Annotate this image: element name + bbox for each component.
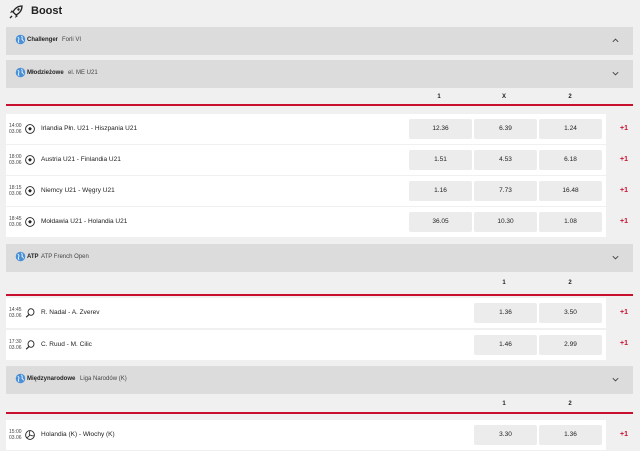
match-time: 18:00 03.06 [9, 154, 22, 166]
col-header-2: 2 [568, 280, 572, 286]
match-time: 15:00 03.06 [9, 429, 22, 441]
section-divider [6, 294, 633, 296]
match-time: 14:45 03.06 [9, 307, 22, 319]
odd-button-2[interactable]: 16.48 [539, 181, 602, 201]
more-markets-link[interactable]: +1 [620, 125, 628, 132]
odd-button-2[interactable]: 3.50 [539, 303, 602, 323]
section-mlodziezowe[interactable]: Młodzieżowe el. ME U21 [6, 60, 633, 88]
odd-button-1[interactable]: 1.46 [474, 335, 537, 355]
soccer-ball-icon [25, 155, 35, 165]
match-row[interactable]: 18:15 03.06 Niemcy U21 - Węgry U21 1.16 7… [6, 176, 606, 206]
volleyball-icon [25, 430, 35, 440]
odd-button-2[interactable]: 1.36 [539, 425, 602, 445]
soccer-ball-icon [25, 217, 35, 227]
match-name[interactable]: Mołdawia U21 - Holandia U21 [41, 218, 127, 225]
col-header-2: 2 [568, 94, 572, 100]
match-name[interactable]: R. Nadal - A. Zverev [41, 309, 100, 316]
more-markets-link[interactable]: +1 [620, 156, 628, 163]
section-sport: Młodzieżowe [27, 70, 64, 76]
odd-button-1[interactable]: 36.05 [409, 212, 472, 232]
odd-button-1[interactable]: 1.16 [409, 181, 472, 201]
col-header-2: 2 [568, 401, 572, 407]
col-header-1: 1 [502, 401, 506, 407]
section-miedzynarodowe[interactable]: Międzynarodowe Liga Narodów (K) [6, 366, 633, 394]
tennis-racket-icon [25, 308, 35, 318]
odd-button-1[interactable]: 3.30 [474, 425, 537, 445]
more-markets-link[interactable]: +1 [620, 187, 628, 194]
page-title: Boost [31, 5, 63, 17]
col-header-x: X [501, 94, 506, 100]
match-name[interactable]: Holandia (K) - Włochy (K) [41, 431, 115, 438]
match-row[interactable]: 18:45 03.06 Mołdawia U21 - Holandia U21 3… [6, 207, 606, 237]
match-row[interactable]: 14:45 03.06 R. Nadal - A. Zverev 1.36 3.5… [6, 298, 606, 328]
match-time: 14:00 03.06 [9, 123, 22, 135]
match-row[interactable]: 14:00 03.06 Irlandia Płn. U21 - Hiszpania… [6, 114, 606, 144]
section-atp[interactable]: ATP ATP French Open [6, 244, 633, 272]
section-competition: Liga Narodów (K) [80, 376, 127, 382]
odd-button-2[interactable]: 1.08 [539, 212, 602, 232]
odd-button-x[interactable]: 10.30 [474, 212, 537, 232]
odd-button-2[interactable]: 6.18 [539, 150, 602, 170]
chevron-up-icon[interactable] [611, 36, 620, 45]
tennis-racket-icon [25, 340, 35, 350]
section-divider [6, 104, 633, 106]
globe-icon [15, 34, 26, 45]
more-markets-link[interactable]: +1 [620, 340, 628, 347]
match-row[interactable]: 18:00 03.06 Austria U21 - Finlandia U21 1… [6, 145, 606, 175]
odd-button-2[interactable]: 1.24 [539, 119, 602, 139]
globe-icon [15, 251, 26, 262]
odd-button-x[interactable]: 4.53 [474, 150, 537, 170]
section-competition: el. ME U21 [68, 70, 98, 76]
col-header-1: 1 [502, 280, 506, 286]
odd-button-2[interactable]: 2.99 [539, 335, 602, 355]
match-name[interactable]: C. Ruud - M. Cilic [41, 341, 92, 348]
col-header-1: 1 [437, 94, 441, 100]
match-name[interactable]: Niemcy U21 - Węgry U21 [41, 187, 115, 194]
match-time: 18:45 03.06 [9, 216, 22, 228]
match-row[interactable]: 17:30 03.06 C. Ruud - M. Cilic 1.46 2.99 [6, 330, 606, 360]
section-sport: Challenger [27, 37, 59, 43]
chevron-down-icon[interactable] [611, 375, 620, 384]
chevron-down-icon[interactable] [611, 69, 620, 78]
odd-button-1[interactable]: 12.36 [409, 119, 472, 139]
section-sport: ATP [27, 254, 39, 260]
soccer-ball-icon [25, 124, 35, 134]
section-sport: Międzynarodowe [27, 376, 76, 382]
globe-icon [15, 373, 26, 384]
section-challenger[interactable]: Challenger Forli VI [6, 27, 633, 55]
more-markets-link[interactable]: +1 [620, 218, 628, 225]
section-competition: ATP French Open [41, 254, 89, 260]
chevron-down-icon[interactable] [611, 253, 620, 262]
more-markets-link[interactable]: +1 [620, 431, 628, 438]
match-row[interactable]: 15:00 03.06 Holandia (K) - Włochy (K) 3.3… [6, 420, 606, 450]
more-markets-link[interactable]: +1 [620, 309, 628, 316]
page-header: Boost [0, 0, 640, 24]
odd-button-1[interactable]: 1.51 [409, 150, 472, 170]
match-name[interactable]: Irlandia Płn. U21 - Hiszpania U21 [41, 125, 137, 132]
match-name[interactable]: Austria U21 - Finlandia U21 [41, 156, 121, 163]
rocket-icon [9, 5, 23, 19]
section-divider [6, 412, 633, 414]
odd-button-x[interactable]: 6.39 [474, 119, 537, 139]
section-competition: Forli VI [62, 37, 82, 43]
match-time: 18:15 03.06 [9, 185, 22, 197]
globe-icon [15, 67, 26, 78]
soccer-ball-icon [25, 186, 35, 196]
odd-button-1[interactable]: 1.36 [474, 303, 537, 323]
odd-button-x[interactable]: 7.73 [474, 181, 537, 201]
match-time: 17:30 03.06 [9, 339, 22, 351]
